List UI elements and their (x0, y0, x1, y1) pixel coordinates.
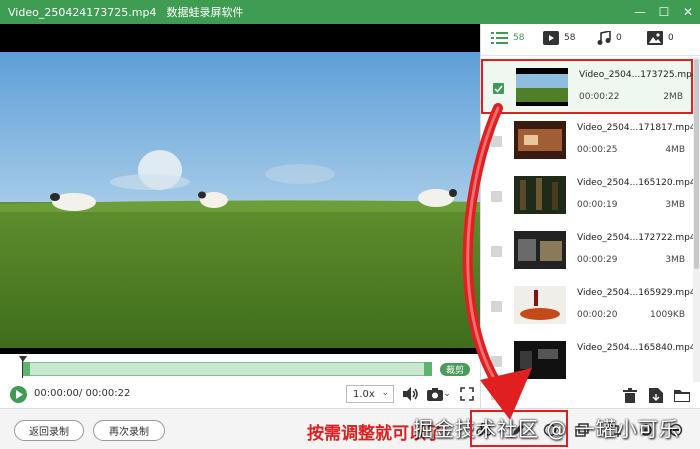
fullscreen-icon[interactable] (458, 385, 476, 403)
item-name: Video_2504...171817.mp4 (577, 123, 693, 133)
image-icon (647, 31, 663, 45)
media-type-tabs: 58 58 0 0 (481, 24, 700, 56)
select-all-label: 选 (507, 392, 517, 403)
item-name: Video_2504...165120.mp4 (577, 178, 693, 188)
item-duration: 00:00:25 (577, 145, 618, 155)
app-title: 数据蛙录屏软件 (166, 6, 244, 19)
item-duration: 00:00:29 (577, 255, 618, 265)
video-thumbnail (514, 176, 566, 214)
item-duration: 00:00:20 (577, 310, 618, 320)
item-checkbox[interactable] (491, 356, 502, 367)
tab-audio[interactable]: 0 (597, 31, 622, 45)
recording-list-panel: 58 58 0 0 Video_2504...173725.mp4 00:00:… (480, 24, 700, 408)
list-item[interactable]: Video_2504...165840.mp4 (481, 334, 693, 387)
trim-track[interactable] (22, 362, 432, 376)
list-item[interactable]: Video_2504...172722.mp4 00:00:29 3MB (481, 224, 693, 279)
item-size: 1009KB (650, 310, 685, 320)
import-icon[interactable] (647, 386, 665, 404)
chevron-down-icon: ⌄ (381, 388, 389, 398)
camera-dropdown-icon[interactable]: ⌄ (442, 385, 452, 403)
video-thumbnail (514, 341, 566, 379)
scrollbar-thumb[interactable] (694, 59, 699, 269)
list-scrollbar[interactable] (693, 57, 700, 387)
tab-image-count: 0 (668, 33, 674, 43)
list-item[interactable]: Video_2504...171817.mp4 00:00:25 4MB (481, 114, 693, 169)
select-all-checkbox[interactable] (491, 389, 502, 400)
list-item[interactable]: Video_2504...173725.mp4 00:00:22 2MB (481, 59, 693, 114)
item-checkbox[interactable] (491, 301, 502, 312)
play-icon (15, 390, 23, 399)
cut-button[interactable]: 裁剪 (440, 363, 470, 376)
item-checkbox[interactable] (491, 191, 502, 202)
item-name: Video_2504...172722.mp4 (577, 233, 693, 243)
playhead-marker[interactable] (19, 356, 27, 362)
bottom-bar: 返回录制 再次录制 按需调整就可以了 掘金技术社区 @ 一罐小可乐 (0, 408, 700, 449)
title-bar: Video_250424173725.mp4 数据蛙录屏软件 — ☐ ✕ (0, 0, 700, 24)
back-to-record-button[interactable]: 返回录制 (14, 420, 84, 441)
player-controls: 00:00:00/ 00:00:22 1.0x ⌄ ⌄ (0, 380, 480, 408)
video-thumbnail (514, 231, 566, 269)
item-size: 3MB (665, 200, 685, 210)
video-thumbnail (514, 286, 566, 324)
item-checkbox[interactable] (493, 83, 504, 94)
item-size: 4MB (665, 145, 685, 155)
maximize-icon[interactable]: ☐ (652, 0, 676, 24)
playhead-line (22, 360, 23, 378)
item-size: 3MB (665, 255, 685, 265)
close-icon[interactable]: ✕ (676, 0, 700, 24)
panel-footer: 选 (481, 382, 700, 408)
list-icon (491, 32, 508, 44)
video-thumbnail (516, 68, 568, 106)
folder-icon[interactable] (673, 386, 691, 404)
speed-select[interactable]: 1.0x ⌄ (346, 385, 394, 403)
speed-value: 1.0x (353, 388, 375, 400)
play-button[interactable] (10, 386, 27, 403)
item-size: 2MB (663, 92, 683, 102)
file-title: Video_250424173725.mp4 (8, 5, 157, 19)
video-thumbnail (514, 121, 566, 159)
item-name: Video_2504...165929.mp4 (577, 288, 693, 298)
timeline[interactable]: 裁剪 (0, 354, 480, 380)
record-again-button[interactable]: 再次录制 (93, 420, 165, 441)
highlight-box-tools (470, 410, 568, 447)
tab-video-count: 58 (564, 33, 576, 43)
item-duration: 00:00:19 (577, 200, 618, 210)
item-name: Video_2504...173725.mp4 (579, 70, 693, 80)
video-frame (0, 52, 480, 348)
trim-start-handle[interactable] (22, 362, 30, 376)
trim-end-handle[interactable] (424, 362, 432, 376)
tab-image[interactable]: 0 (647, 31, 674, 45)
item-name: Video_2504...165840.mp4 (577, 343, 693, 353)
minimize-icon[interactable]: — (628, 0, 652, 24)
delete-icon[interactable] (621, 386, 639, 404)
music-icon (597, 31, 611, 45)
item-duration: 00:00:22 (579, 92, 620, 102)
list-item[interactable]: Video_2504...165120.mp4 00:00:19 3MB (481, 169, 693, 224)
recording-list: Video_2504...173725.mp4 00:00:22 2MB Vid… (481, 57, 693, 387)
video-icon (543, 31, 559, 45)
tab-all[interactable]: 58 (491, 31, 524, 45)
tab-video[interactable]: 58 (543, 31, 575, 45)
item-checkbox[interactable] (491, 136, 502, 147)
tab-all-count: 58 (513, 33, 525, 43)
tab-audio-count: 0 (616, 33, 622, 43)
playback-time: 00:00:00/ 00:00:22 (34, 388, 131, 399)
item-checkbox[interactable] (491, 246, 502, 257)
volume-icon[interactable] (402, 385, 420, 403)
list-item[interactable]: Video_2504...165929.mp4 00:00:20 1009KB (481, 279, 693, 334)
video-player[interactable] (0, 24, 480, 354)
